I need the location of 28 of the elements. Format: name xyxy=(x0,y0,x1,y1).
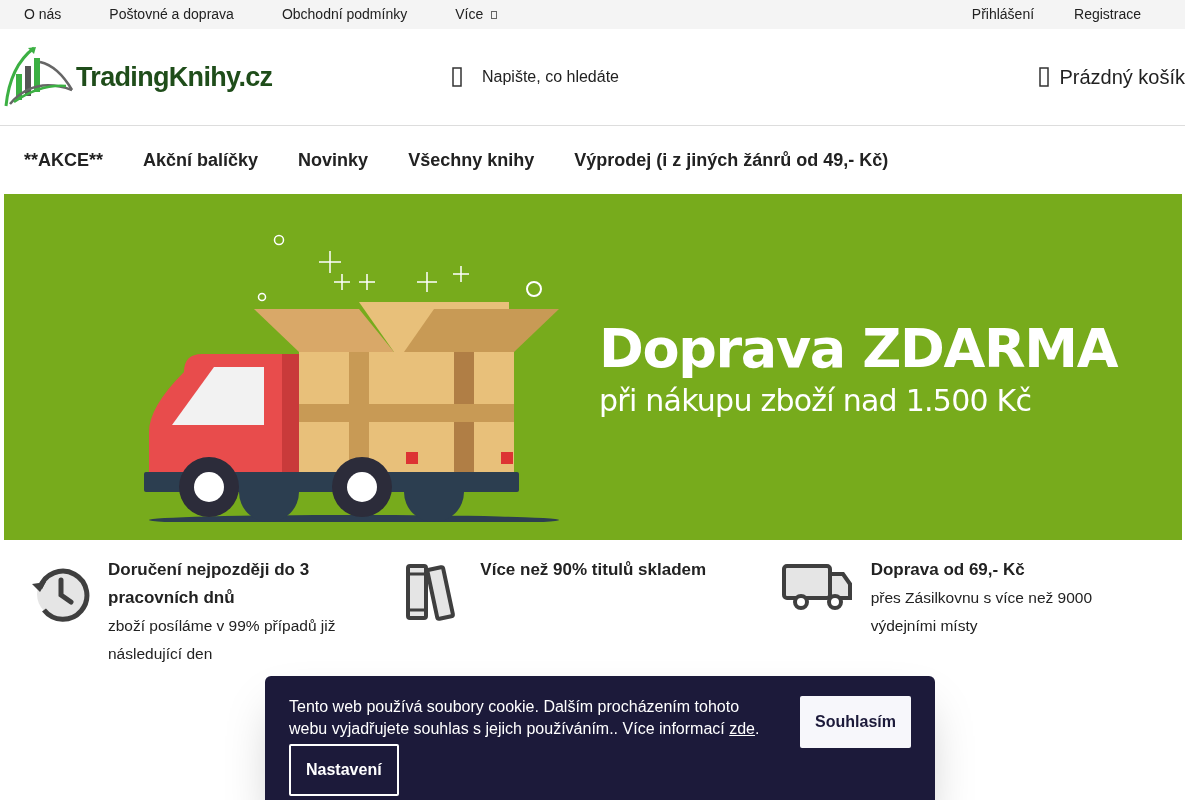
benefit-text: přes Zásilkovnu s více než 9000 výdejními místy xyxy=(870,588,1094,636)
top-link[interactable]: Poštovné a doprava xyxy=(85,4,258,25)
benefit-title: Doprava od 69,- Kč xyxy=(870,559,1026,581)
account-link[interactable]: Registrace xyxy=(1054,4,1161,25)
benefit-text: zboží posíláme v 99% případů již následující den xyxy=(108,616,337,664)
truck-icon xyxy=(780,562,853,612)
accept-button[interactable]: Souhlasím xyxy=(800,696,911,748)
menu-item[interactable]: Výprodej (i z jiných žánrů od 49,- Kč) xyxy=(554,146,909,174)
top-link[interactable]: O nás xyxy=(0,4,86,25)
menu-item[interactable]: Akční balíčky xyxy=(123,146,279,174)
top-link[interactable]: Více xyxy=(431,4,522,25)
cookie-text: Tento web používá soubory cookie. Dalším procházením tohoto webu vyjadřujete souhlas s jejich používáním.. Více informací zde. xyxy=(289,697,761,739)
top-link[interactable]: Obchodní podmínky xyxy=(257,4,432,25)
benefit-title: Doručení nejpozději do 3 pracovních dnů xyxy=(108,559,311,609)
banner-subline: při nákupu zboží nad 1.500 Kč xyxy=(599,382,1033,420)
benefit-title: Více než 90% titulů skladem xyxy=(480,559,707,581)
search-field[interactable]: Napište, co hledáte xyxy=(452,65,619,89)
logo-text: TradingKnihy.cz xyxy=(76,60,273,94)
logo[interactable]: TradingKnihy.cz xyxy=(0,46,440,108)
settings-button[interactable]: Nastavení xyxy=(289,744,399,796)
cart-link[interactable]: Prázdný košík xyxy=(1039,62,1185,92)
account-link[interactable]: Přihlášení xyxy=(951,4,1055,25)
more-info-link[interactable]: zde xyxy=(729,720,755,737)
menu-item[interactable]: **AKCE** xyxy=(4,146,124,174)
logo-chart-icon xyxy=(4,46,74,108)
menu-item[interactable]: Všechny knihy xyxy=(388,146,555,174)
menu-item[interactable]: Novinky xyxy=(278,146,389,174)
banner-headline: Doprava ZDARMA xyxy=(599,315,1118,382)
